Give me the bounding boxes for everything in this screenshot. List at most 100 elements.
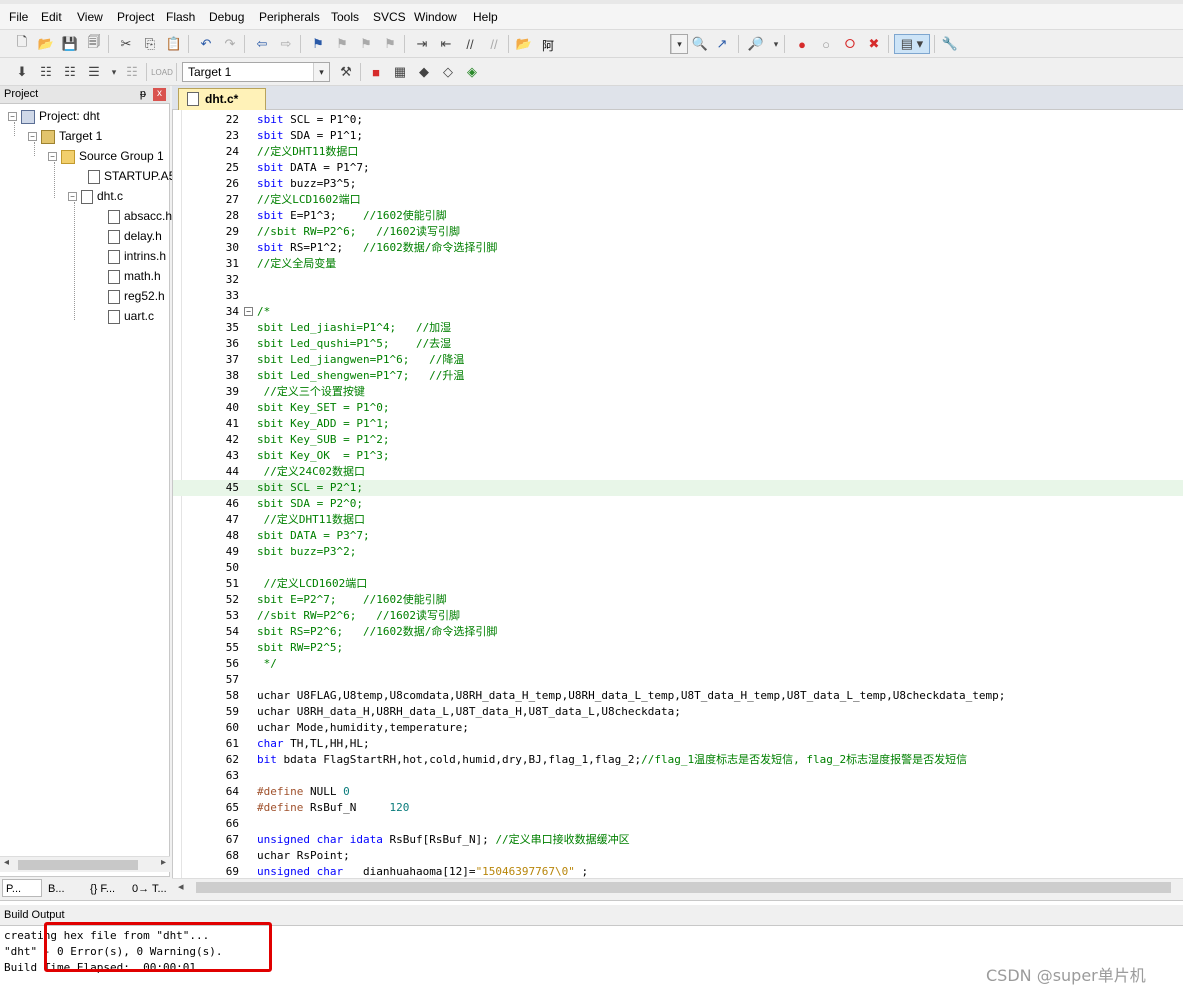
code-line[interactable]: 62 bit bdata FlagStartRH,hot,cold,humid,d…	[173, 752, 1183, 768]
code-line[interactable]: 65 #define RsBuf_N 120	[173, 800, 1183, 816]
code-line[interactable]: 38 sbit Led_shengwen=P1^7; //升温	[173, 368, 1183, 384]
tree-header-file[interactable]: math.h	[108, 266, 161, 286]
code-line[interactable]: 23 sbit SDA = P1^1;	[173, 128, 1183, 144]
target-options-icon[interactable]: ⚒	[336, 62, 356, 82]
window-layout-icon[interactable]: ▤ ▾	[894, 34, 930, 54]
save-all-icon[interactable]: 🗐	[84, 34, 104, 54]
batch-build-icon[interactable]: ☰	[84, 62, 104, 82]
next-bookmark-icon[interactable]: ⚑	[356, 34, 376, 54]
breakpoint-icon[interactable]: ●	[792, 34, 812, 54]
tree-header-file[interactable]: intrins.h	[108, 246, 166, 266]
bookmark-icon[interactable]: ⚑	[308, 34, 328, 54]
code-line[interactable]: 35 sbit Led_jiashi=P1^4; //加湿	[173, 320, 1183, 336]
find-combo[interactable]: ▾	[670, 34, 688, 54]
collapse-icon[interactable]: −	[28, 132, 37, 142]
comment-icon[interactable]: //	[460, 34, 480, 54]
menu-tools[interactable]: Tools	[331, 10, 359, 24]
code-line[interactable]: 66	[173, 816, 1183, 832]
incremental-find-icon[interactable]: ↗	[712, 34, 732, 54]
clear-bookmarks-icon[interactable]: ⚑	[380, 34, 400, 54]
scroll-right-icon[interactable]: ▸	[161, 857, 166, 868]
collapse-icon[interactable]: −	[48, 152, 57, 162]
tree-target[interactable]: − Target 1	[28, 126, 102, 146]
code-line[interactable]: 50	[173, 560, 1183, 576]
code-line[interactable]: 27 //定义LCD1602端口	[173, 192, 1183, 208]
new-file-icon[interactable]: 🗋	[12, 34, 32, 54]
code-line[interactable]: 22 sbit SCL = P1^0;	[173, 112, 1183, 128]
editor-hscrollbar[interactable]: ◂	[172, 878, 1183, 896]
select-software-packs-icon[interactable]: ◆	[414, 62, 434, 82]
fold-toggle-icon[interactable]: −	[244, 307, 253, 316]
close-icon[interactable]: x	[153, 88, 166, 101]
tree-source-group[interactable]: − Source Group 1	[48, 146, 164, 166]
code-line[interactable]: 54 sbit RS=P2^6; //1602数据/命令选择引脚	[173, 624, 1183, 640]
tab-dht-c[interactable]: dht.c*	[178, 88, 266, 110]
navigate-back-icon[interactable]: ⇦	[252, 34, 272, 54]
code-line[interactable]: 67 unsigned char idata RsBuf[RsBuf_N]; //…	[173, 832, 1183, 848]
tree-header-file[interactable]: uart.c	[108, 306, 154, 326]
run-time-environment-icon[interactable]: ◈	[462, 62, 482, 82]
rebuild-icon[interactable]: ☷	[60, 62, 80, 82]
code-line[interactable]: 30 sbit RS=P1^2; //1602数据/命令选择引脚	[173, 240, 1183, 256]
find-icon[interactable]: 🔍	[690, 34, 710, 54]
code-line[interactable]: 53 //sbit RW=P2^6; //1602读写引脚	[173, 608, 1183, 624]
tree-header-file[interactable]: delay.h	[108, 226, 162, 246]
tab-functions[interactable]: {} F...	[86, 879, 126, 897]
code-line[interactable]: 32	[173, 272, 1183, 288]
pin-icon[interactable]: ᵽ	[140, 86, 146, 103]
project-hscrollbar[interactable]: ◂ ▸	[0, 856, 170, 872]
menu-edit[interactable]: Edit	[41, 10, 62, 24]
code-line[interactable]: 25 sbit DATA = P1^7;	[173, 160, 1183, 176]
code-line[interactable]: 24 //定义DHT11数据口	[173, 144, 1183, 160]
code-line[interactable]: 43 sbit Key_OK = P1^3;	[173, 448, 1183, 464]
code-line[interactable]: 60 uchar Mode,humidity,temperature;	[173, 720, 1183, 736]
code-line[interactable]: 68 uchar RsPoint;	[173, 848, 1183, 864]
batch-dropdown-icon[interactable]: ▾	[104, 62, 124, 82]
code-line[interactable]: 39 //定义三个设置按键	[173, 384, 1183, 400]
load-icon[interactable]: LOAD	[151, 62, 173, 82]
copy-icon[interactable]: ⎘	[140, 34, 160, 54]
file-extensions-icon[interactable]: ■	[366, 62, 386, 82]
indent-icon[interactable]: ⇥	[412, 34, 432, 54]
code-line[interactable]: 55 sbit RW=P2^5;	[173, 640, 1183, 656]
collapse-icon[interactable]: −	[68, 192, 77, 202]
pack-installer-icon[interactable]: ◇	[438, 62, 458, 82]
code-line[interactable]: 29 //sbit RW=P2^6; //1602读写引脚	[173, 224, 1183, 240]
tree-file[interactable]: − dht.c	[68, 186, 123, 206]
code-line[interactable]: 28 sbit E=P1^3; //1602使能引脚	[173, 208, 1183, 224]
code-line[interactable]: 63	[173, 768, 1183, 784]
paste-icon[interactable]: 📋	[164, 34, 184, 54]
redo-icon[interactable]: ↷	[220, 34, 240, 54]
scroll-left-icon[interactable]: ◂	[4, 857, 9, 868]
code-line[interactable]: 56 */	[173, 656, 1183, 672]
code-line[interactable]: 61 char TH,TL,HH,HL;	[173, 736, 1183, 752]
code-line[interactable]: 34−/*	[173, 304, 1183, 320]
unindent-icon[interactable]: ⇤	[436, 34, 456, 54]
code-line[interactable]: 51 //定义LCD1602端口	[173, 576, 1183, 592]
kill-breakpoints-icon[interactable]: ✖	[864, 34, 884, 54]
code-line[interactable]: 41 sbit Key_ADD = P1^1;	[173, 416, 1183, 432]
configure-icon[interactable]: 🔧	[940, 34, 960, 54]
save-icon[interactable]: 💾	[60, 34, 80, 54]
code-line[interactable]: 40 sbit Key_SET = P1^0;	[173, 400, 1183, 416]
cut-icon[interactable]: ✂	[116, 34, 136, 54]
collapse-icon[interactable]: −	[8, 112, 17, 122]
manage-components-icon[interactable]: ▦	[390, 62, 410, 82]
code-line[interactable]: 58 uchar U8FLAG,U8temp,U8comdata,U8RH_dat…	[173, 688, 1183, 704]
debug-dropdown-icon[interactable]: ▾	[766, 34, 786, 54]
menu-svcs[interactable]: SVCS	[373, 10, 406, 24]
undo-icon[interactable]: ↶	[196, 34, 216, 54]
tab-books[interactable]: B...	[44, 879, 84, 897]
translate-icon[interactable]: ⬇	[12, 62, 32, 82]
code-line[interactable]: 64 #define NULL 0	[173, 784, 1183, 800]
menu-flash[interactable]: Flash	[166, 10, 195, 24]
code-line[interactable]: 47 //定义DHT11数据口	[173, 512, 1183, 528]
menu-debug[interactable]: Debug	[209, 10, 244, 24]
chevron-down-icon[interactable]: ▾	[671, 35, 687, 53]
stop-build-icon[interactable]: ☷	[122, 62, 142, 82]
disable-breakpoint-icon[interactable]: ○	[816, 34, 836, 54]
code-line[interactable]: 46 sbit SDA = P2^0;	[173, 496, 1183, 512]
code-line[interactable]: 57	[173, 672, 1183, 688]
build-icon[interactable]: ☷	[36, 62, 56, 82]
chevron-down-icon[interactable]: ▾	[313, 63, 329, 81]
